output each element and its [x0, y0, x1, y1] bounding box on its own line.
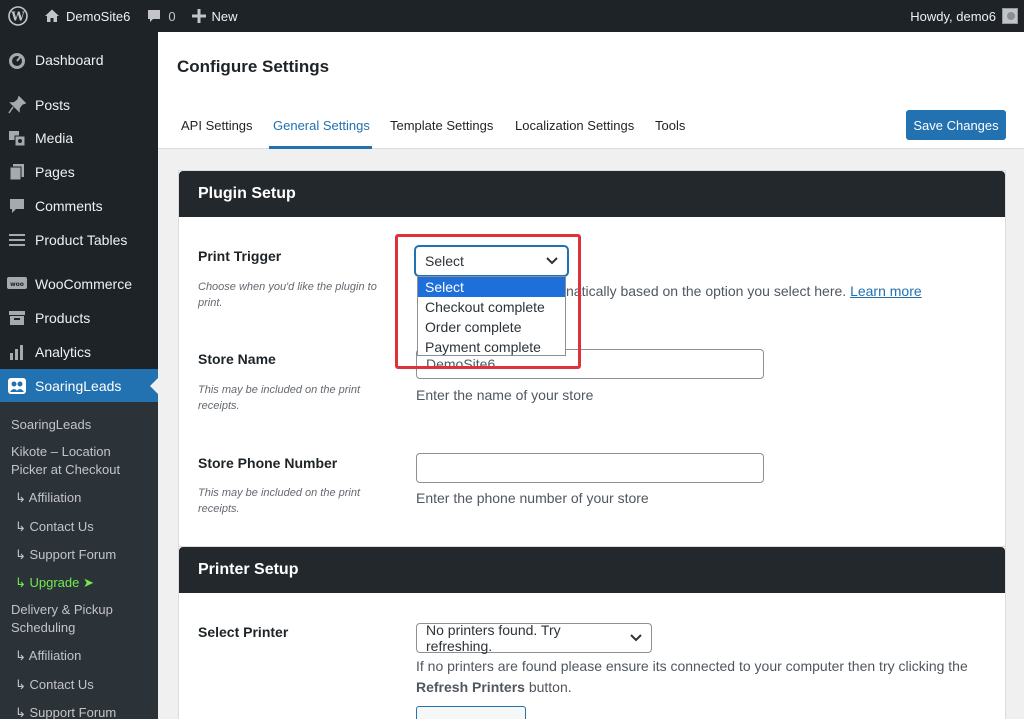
comment-bubble-icon — [146, 8, 162, 24]
submenu-item-kikote[interactable]: Kikote – Location Picker at Checkout — [11, 443, 131, 479]
select-printer-value: No printers found. Try refreshing. — [426, 622, 561, 654]
submenu-item-contact-us-2[interactable]: ↳ Contact Us — [15, 676, 158, 694]
submenu-item-soaringleads[interactable]: SoaringLeads — [11, 416, 156, 434]
people-icon — [7, 376, 27, 396]
sidebar-item-label: Dashboard — [35, 52, 104, 68]
highlight-annotation — [395, 234, 581, 369]
sidebar-item-dashboard[interactable]: Dashboard — [0, 43, 158, 77]
sidebar-item-soaringleads[interactable]: SoaringLeads — [0, 369, 158, 403]
sidebar-item-posts[interactable]: Posts — [0, 88, 158, 122]
tab-localization-settings[interactable]: Localization Settings — [515, 118, 634, 133]
my-account[interactable]: Howdy, demo6 — [910, 8, 1024, 24]
printer-setup-heading: Printer Setup — [179, 547, 1005, 593]
sidebar-item-pages[interactable]: Pages — [0, 155, 158, 189]
main-content: Configure Settings API Settings General … — [158, 32, 1024, 719]
avatar — [1002, 8, 1018, 24]
sidebar-item-label: Posts — [35, 97, 71, 113]
bar-chart-icon — [7, 342, 27, 362]
select-printer-help-text: If no printers are found please ensure i… — [416, 658, 968, 674]
pin-icon — [7, 95, 27, 115]
sidebar-item-media[interactable]: Media — [0, 121, 158, 155]
comment-count: 0 — [168, 8, 176, 24]
save-changes-button[interactable]: Save Changes — [906, 110, 1006, 140]
archive-icon — [7, 308, 27, 328]
print-trigger-help: natically based on the option you select… — [566, 281, 922, 302]
admin-bar: W DemoSite6 0 New Howdy, demo6 — [0, 0, 1024, 32]
select-printer-help-suffix: button. — [528, 679, 572, 695]
sidebar-item-label: SoaringLeads — [35, 378, 122, 394]
tab-api-settings[interactable]: API Settings — [181, 118, 253, 133]
submenu-item-upgrade[interactable]: ↳ Upgrade ➤ — [15, 574, 158, 592]
submenu-item-support-forum-2[interactable]: ↳ Support Forum — [15, 704, 158, 719]
sidebar-item-label: Pages — [35, 164, 75, 180]
active-tab-indicator — [269, 146, 372, 149]
sidebar-item-analytics[interactable]: Analytics — [0, 335, 158, 369]
chevron-down-icon — [630, 634, 642, 642]
pages-icon — [7, 162, 27, 182]
wordpress-logo-icon[interactable]: W — [0, 0, 36, 32]
store-phone-label: Store Phone Number — [198, 455, 338, 471]
select-printer-label: Select Printer — [198, 624, 289, 640]
plugin-setup-heading: Plugin Setup — [179, 171, 1005, 217]
sidebar-item-label: Product Tables — [35, 232, 128, 248]
learn-more-link[interactable]: Learn more — [850, 283, 922, 299]
tab-template-settings[interactable]: Template Settings — [390, 118, 493, 133]
submenu-item-contact-us[interactable]: ↳ Contact Us — [15, 518, 158, 536]
store-name-help: Enter the name of your store — [416, 387, 594, 403]
print-trigger-help-text: natically based on the option you select… — [566, 283, 847, 299]
woo-icon: woo — [7, 274, 27, 294]
sidebar-item-comments[interactable]: Comments — [0, 189, 158, 223]
store-phone-help: Enter the phone number of your store — [416, 490, 649, 506]
comments-link[interactable]: 0 — [138, 0, 183, 32]
plus-icon — [191, 9, 206, 23]
sidebar-item-product-tables[interactable]: Product Tables — [0, 223, 158, 257]
sidebar-item-label: Analytics — [35, 344, 92, 360]
settings-header: Configure Settings API Settings General … — [158, 32, 1024, 149]
site-name: DemoSite6 — [66, 8, 131, 24]
howdy-text: Howdy, demo6 — [910, 8, 996, 24]
store-phone-desc: This may be included on the print receip… — [198, 487, 361, 515]
list-icon — [7, 230, 27, 250]
submenu-item-affiliation[interactable]: ↳ Affiliation — [15, 489, 158, 507]
submenu-item-delivery-pickup[interactable]: Delivery & Pickup Scheduling — [11, 601, 131, 637]
submenu-item-affiliation-2[interactable]: ↳ Affiliation — [15, 647, 158, 665]
store-phone-input[interactable] — [416, 453, 764, 483]
sidebar-item-label: Media — [35, 130, 74, 146]
svg-text:W: W — [10, 10, 25, 24]
sidebar-item-woocommerce[interactable]: woo WooCommerce — [0, 267, 158, 301]
plugin-setup-card: Plugin Setup Print Trigger Choose when y… — [178, 170, 1006, 547]
new-content-link[interactable]: New — [184, 0, 246, 32]
tab-general-settings[interactable]: General Settings — [273, 118, 370, 133]
print-trigger-label: Print Trigger — [198, 248, 282, 264]
dashboard-icon — [7, 50, 27, 70]
media-icon — [7, 128, 27, 148]
select-printer-help: If no printers are found please ensure i… — [416, 656, 986, 698]
sidebar-item-label: Products — [35, 310, 91, 326]
svg-text:woo: woo — [10, 281, 24, 288]
site-name-link[interactable]: DemoSite6 — [36, 0, 138, 32]
refresh-printers-ref: Refresh Printers — [416, 679, 525, 695]
store-name-label: Store Name — [198, 351, 276, 367]
printer-setup-card: Printer Setup Select Printer No printers… — [178, 546, 1006, 719]
new-label: New — [211, 8, 238, 24]
sidebar-item-label: Comments — [35, 198, 103, 214]
tab-tools[interactable]: Tools — [655, 118, 685, 133]
admin-sidebar: Dashboard Posts Media Pages Comments Pro… — [0, 32, 158, 719]
refresh-printers-button[interactable] — [416, 706, 526, 719]
submenu-item-support-forum[interactable]: ↳ Support Forum — [15, 546, 158, 564]
sidebar-item-products[interactable]: Products — [0, 301, 158, 335]
store-name-desc: This may be included on the print receip… — [198, 384, 361, 412]
home-icon — [44, 8, 60, 24]
select-printer-dropdown[interactable]: No printers found. Try refreshing. — [416, 622, 652, 654]
page-title: Configure Settings — [177, 57, 330, 76]
comment-icon — [7, 196, 27, 216]
print-trigger-desc: Choose when you'd like the plugin to pri… — [198, 281, 377, 309]
sidebar-item-label: WooCommerce — [35, 276, 132, 292]
